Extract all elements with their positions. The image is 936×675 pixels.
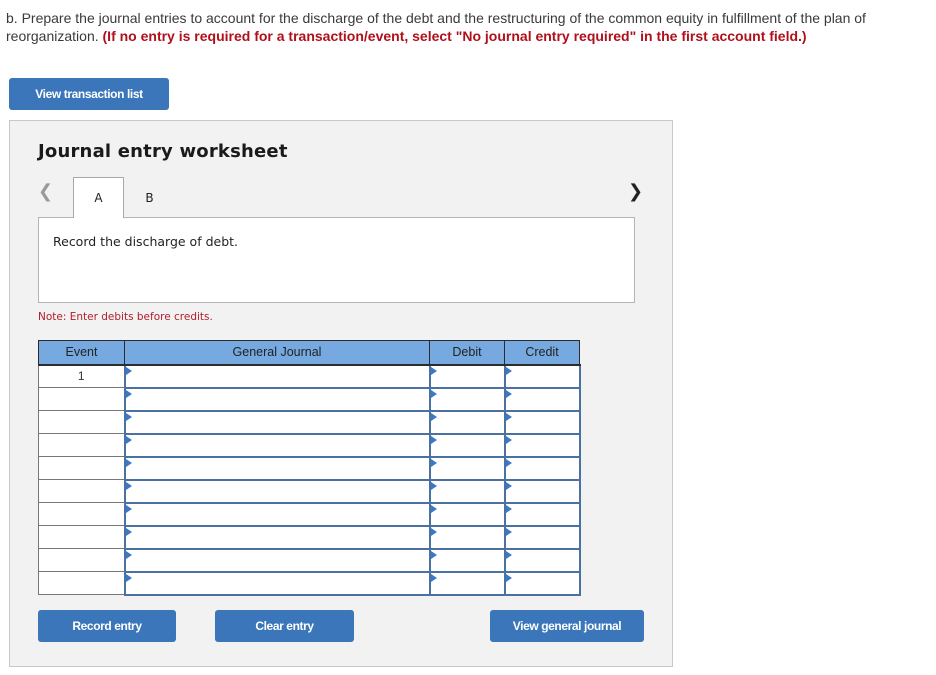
journal-table: Event General Journal Debit Credit 1 <box>38 340 581 596</box>
table-header-row: Event General Journal Debit Credit <box>38 340 580 366</box>
account-input[interactable] <box>123 455 431 481</box>
chevron-right-icon[interactable]: ❯ <box>628 181 643 202</box>
table-row <box>38 455 581 481</box>
credit-input[interactable] <box>503 547 581 573</box>
instructions: b. Prepare the journal entries to accoun… <box>6 9 934 45</box>
debit-input[interactable] <box>428 409 506 435</box>
account-input[interactable] <box>123 363 431 389</box>
event-cell <box>38 433 125 457</box>
debit-input[interactable] <box>428 478 506 504</box>
credit-input[interactable] <box>503 478 581 504</box>
event-cell <box>38 479 125 503</box>
instructions-emphasis: (If no entry is required for a transacti… <box>102 28 807 44</box>
debit-input[interactable] <box>428 570 506 596</box>
chevron-left-icon[interactable]: ❮ <box>38 181 53 202</box>
credit-input[interactable] <box>503 501 581 527</box>
table-row <box>38 570 581 596</box>
account-input[interactable] <box>123 386 431 412</box>
credit-input[interactable] <box>503 570 581 596</box>
debit-input[interactable] <box>428 432 506 458</box>
account-input[interactable] <box>123 547 431 573</box>
table-row <box>38 432 581 458</box>
table-row <box>38 409 581 435</box>
description-box: Record the discharge of debt. <box>38 217 635 303</box>
event-cell <box>38 525 125 549</box>
event-cell <box>38 502 125 526</box>
table-row: 1 <box>38 363 581 389</box>
account-input[interactable] <box>123 409 431 435</box>
record-entry-button[interactable]: Record entry <box>38 610 176 642</box>
description-text: Record the discharge of debt. <box>53 234 238 249</box>
table-row <box>38 501 581 527</box>
view-transaction-list-button[interactable]: View transaction list <box>9 78 169 110</box>
account-input[interactable] <box>123 432 431 458</box>
event-cell <box>38 387 125 411</box>
account-input[interactable] <box>123 524 431 550</box>
header-debit: Debit <box>429 340 505 366</box>
account-input[interactable] <box>123 570 431 596</box>
header-general-journal: General Journal <box>124 340 430 366</box>
debit-input[interactable] <box>428 501 506 527</box>
note-text: Note: Enter debits before credits. <box>38 311 213 323</box>
credit-input[interactable] <box>503 524 581 550</box>
debit-input[interactable] <box>428 363 506 389</box>
event-cell <box>38 571 125 595</box>
account-input[interactable] <box>123 501 431 527</box>
event-cell: 1 <box>38 364 125 388</box>
table-row <box>38 547 581 573</box>
credit-input[interactable] <box>503 363 581 389</box>
credit-input[interactable] <box>503 386 581 412</box>
event-cell <box>38 548 125 572</box>
event-cell <box>38 410 125 434</box>
debit-input[interactable] <box>428 386 506 412</box>
clear-entry-button[interactable]: Clear entry <box>215 610 354 642</box>
credit-input[interactable] <box>503 455 581 481</box>
tab-b[interactable]: B <box>124 177 175 218</box>
debit-input[interactable] <box>428 524 506 550</box>
worksheet-title: Journal entry worksheet <box>38 141 288 162</box>
event-cell <box>38 456 125 480</box>
header-credit: Credit <box>504 340 580 366</box>
account-input[interactable] <box>123 478 431 504</box>
table-row <box>38 478 581 504</box>
credit-input[interactable] <box>503 409 581 435</box>
table-row <box>38 386 581 412</box>
header-event: Event <box>38 340 125 366</box>
debit-input[interactable] <box>428 455 506 481</box>
debit-input[interactable] <box>428 547 506 573</box>
view-general-journal-button[interactable]: View general journal <box>490 610 644 642</box>
journal-entry-worksheet: Journal entry worksheet ❮ ❯ A B Record t… <box>9 120 673 667</box>
credit-input[interactable] <box>503 432 581 458</box>
table-row <box>38 524 581 550</box>
tab-a[interactable]: A <box>73 177 124 218</box>
